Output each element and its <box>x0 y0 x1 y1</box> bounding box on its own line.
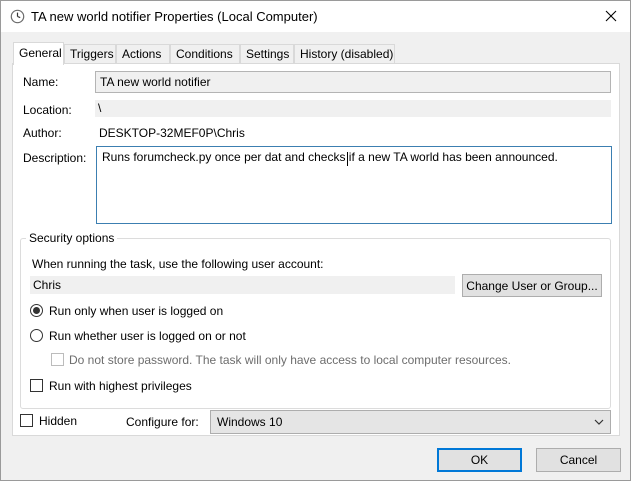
text-caret <box>347 152 348 166</box>
highest-privileges-label[interactable]: Run with highest privileges <box>49 379 192 393</box>
tab-actions[interactable]: Actions <box>116 44 170 64</box>
configure-for-value: Windows 10 <box>217 415 283 429</box>
tab-triggers[interactable]: Triggers <box>64 44 116 64</box>
task-scheduler-icon <box>10 9 25 24</box>
properties-dialog: TA new world notifier Properties (Local … <box>0 0 631 481</box>
location-value: \ <box>98 101 102 115</box>
security-options-title: Security options <box>26 231 118 245</box>
account-strip <box>30 276 455 294</box>
hidden-label[interactable]: Hidden <box>39 414 77 428</box>
configure-for-label: Configure for: <box>126 415 199 429</box>
tab-general[interactable]: General <box>13 42 64 65</box>
author-label: Author: <box>23 126 62 140</box>
highest-privileges-checkbox[interactable] <box>30 379 43 392</box>
hidden-checkbox[interactable] <box>20 414 33 427</box>
tab-settings[interactable]: Settings <box>240 44 294 64</box>
no-store-password-label: Do not store password. The task will onl… <box>69 353 511 367</box>
no-store-password-checkbox[interactable] <box>51 353 64 366</box>
location-strip <box>95 100 611 117</box>
run-logged-on-radio[interactable] <box>30 304 43 317</box>
description-text: Runs forumcheck.py once per dat and chec… <box>102 150 558 164</box>
run-whether-label[interactable]: Run whether user is logged on or not <box>49 329 246 343</box>
run-whether-radio[interactable] <box>30 329 43 342</box>
tab-history[interactable]: History (disabled) <box>294 44 395 64</box>
name-field[interactable]: TA new world notifier <box>95 71 611 93</box>
tab-conditions[interactable]: Conditions <box>170 44 240 64</box>
change-user-button[interactable]: Change User or Group... <box>462 274 602 297</box>
title-bar[interactable]: TA new world notifier Properties (Local … <box>1 1 630 32</box>
ok-button[interactable]: OK <box>437 448 522 472</box>
general-tab-panel: Name: TA new world notifier Location: \ … <box>12 63 620 436</box>
configure-for-select[interactable]: Windows 10 <box>210 410 611 434</box>
description-field[interactable]: Runs forumcheck.py once per dat and chec… <box>96 146 612 224</box>
location-label: Location: <box>23 103 72 117</box>
account-prompt: When running the task, use the following… <box>32 257 324 271</box>
run-logged-on-label[interactable]: Run only when user is logged on <box>49 304 223 318</box>
cancel-button[interactable]: Cancel <box>536 448 621 472</box>
account-value: Chris <box>33 278 62 292</box>
author-value: DESKTOP-32MEF0P\Chris <box>99 126 245 140</box>
description-label: Description: <box>23 151 87 165</box>
chevron-down-icon <box>594 419 604 425</box>
close-button[interactable] <box>598 4 624 28</box>
window-title: TA new world notifier Properties (Local … <box>31 9 318 24</box>
name-label: Name: <box>23 75 59 89</box>
close-icon <box>605 10 617 22</box>
